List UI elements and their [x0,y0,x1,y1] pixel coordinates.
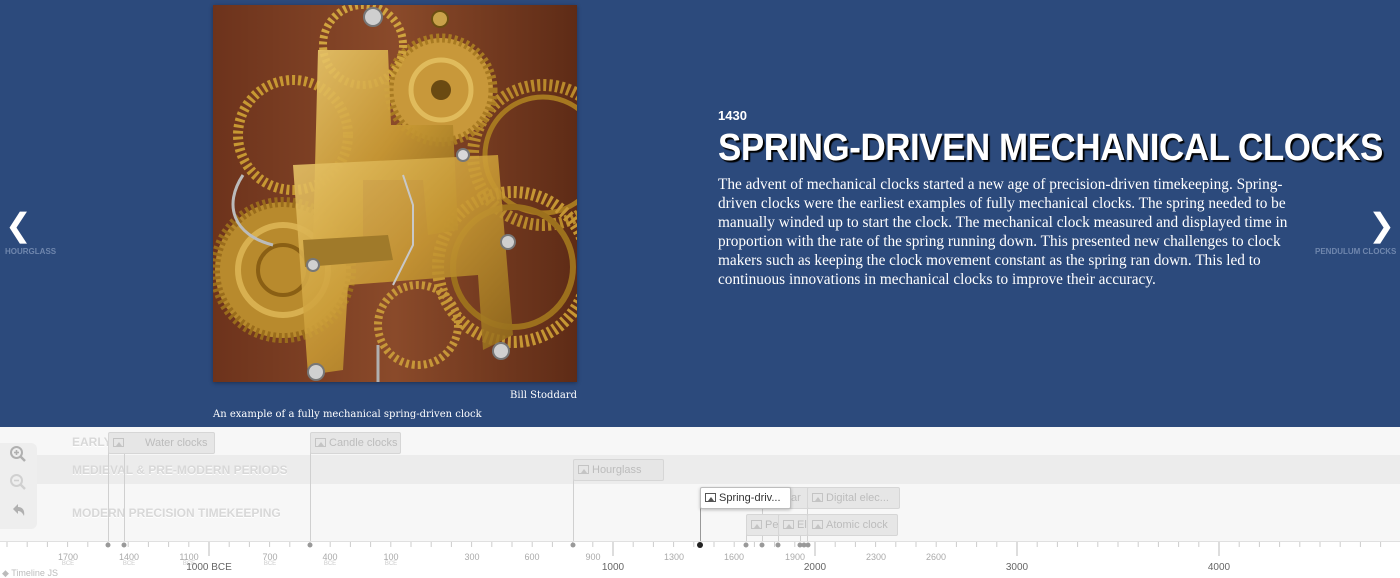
previous-slide-button[interactable]: ❮ HOURGLASS [5,205,85,256]
slide-body: The advent of mechanical clocks started … [718,176,1288,288]
group-label-early: EARLY [72,435,112,449]
event-flag-electric[interactable]: El [778,514,808,536]
axis-label: 600 [524,552,540,562]
undo-icon [13,504,25,516]
image-icon [705,493,716,502]
image-icon [113,438,124,447]
slide-text: 1430 SPRING-DRIVEN MECHANICAL CLOCKS The… [718,108,1383,289]
event-flag-spring-driven[interactable]: Spring-driv... [700,487,791,509]
media-caption: An example of a fully mechanical spring-… [213,409,482,420]
axis-label: 2300 [865,552,887,562]
axis-label: 900 [585,552,601,562]
event-title: Pe [765,519,779,531]
event-flag-water-clocks[interactable]: Water clocks [108,432,215,454]
chevron-right-icon: ❯ [1368,206,1395,244]
chevron-left-icon: ❮ [5,206,32,244]
image-icon [812,520,823,529]
next-slide-label: PENDULUM CLOCKS [1315,247,1397,256]
zoom-out-button[interactable] [7,473,29,495]
marker-dot [121,542,127,548]
marker-dot [570,542,576,548]
marker-line [108,443,109,543]
group-label-modern: MODERN PRECISION TIMEKEEPING [72,506,281,520]
media-credit: Bill Stoddard [510,390,577,401]
marker-dot [805,542,811,548]
marker-dot [105,542,111,548]
axis-era: BCE [263,561,277,567]
marker-dot [743,542,749,548]
image-icon [751,520,762,529]
timeline-nav: EARLY MEDIEVAL & PRE-MODERN PERIODS MODE… [0,427,1400,578]
axis-era: BCE [323,561,337,567]
group-medieval: MEDIEVAL & PRE-MODERN PERIODS [0,455,1400,484]
marker-line [310,443,311,543]
marker-line [573,471,574,543]
marker-dot [759,542,765,548]
back-to-start-button[interactable] [7,501,29,523]
axis-label: 1300 [663,552,685,562]
event-title: Hourglass [592,464,642,476]
event-title: Spring-driv... [719,492,781,504]
event-title: Candle clocks [329,437,398,449]
event-flag-candle-clocks[interactable]: Candle clocks [310,432,401,454]
marker-dot [307,542,313,548]
event-flag-digital[interactable]: Digital elec... [807,487,900,509]
image-icon [578,465,589,474]
branding-text: Timeline JS [11,568,58,578]
axis-era: BCE [384,561,398,567]
marker-dot-active [697,542,703,548]
image-icon [315,438,326,447]
axis-label: 1600 [723,552,745,562]
time-axis: 1700 BCE 1400 BCE 1100 BCE 700 BCE 400 B… [0,541,1400,578]
event-title: El [797,519,807,531]
zoom-in-button[interactable] [7,445,29,467]
zoom-in-icon [10,446,26,462]
event-flag-hourglass[interactable]: Hourglass [573,459,664,481]
axis-major-label: 3000 [1005,562,1029,573]
axis-major-label: 1000 BCE [186,562,232,573]
slide-headline: SPRING-DRIVEN MECHANICAL CLOCKS [718,127,1383,169]
axis-label: 300 [464,552,480,562]
slider: Bill Stoddard An example of a fully mech… [0,0,1400,427]
zoom-out-icon [10,474,26,490]
event-title: Digital elec... [826,492,889,504]
image-icon [812,493,823,502]
axis-major-label: 2000 [803,562,827,573]
event-title: Water clocks [145,437,208,449]
axis-label: 2600 [925,552,947,562]
media-image [213,5,577,382]
axis-major-label: 4000 [1207,562,1231,573]
next-slide-button[interactable]: ❯ PENDULUM CLOCKS [1315,205,1397,256]
event-flag-atomic[interactable]: Atomic clock [807,514,898,536]
axis-major-label: 1000 [601,562,625,573]
zoom-controls [0,443,37,529]
slide-date: 1430 [718,108,747,123]
image-icon [783,520,794,529]
axis-era: BCE [122,561,136,567]
previous-slide-label: HOURGLASS [5,247,57,256]
axis-label: 1900 [784,552,806,562]
axis-era: BCE [61,561,75,567]
event-title: Atomic clock [826,519,888,531]
marker-line [124,443,125,543]
group-label-medieval: MEDIEVAL & PRE-MODERN PERIODS [72,463,288,477]
timeline-js-branding[interactable]: ◆ Timeline JS [2,568,58,578]
marker-dot [775,542,781,548]
